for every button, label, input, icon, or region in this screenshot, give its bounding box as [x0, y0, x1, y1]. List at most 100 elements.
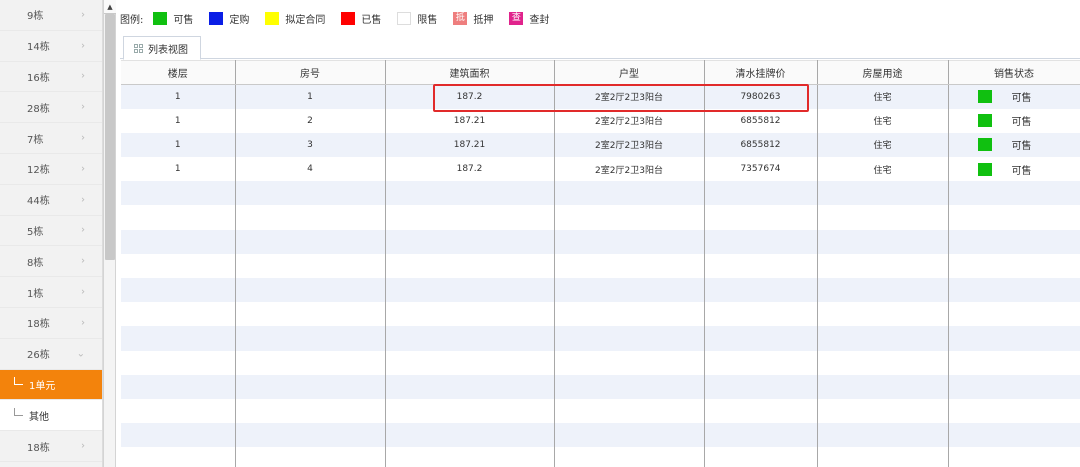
- status-swatch: [977, 90, 992, 104]
- cell-price: 6855812: [704, 108, 818, 133]
- column-header[interactable]: 房屋用途: [817, 60, 949, 85]
- empty-cell: [948, 229, 1080, 254]
- empty-cell: [554, 253, 705, 278]
- empty-cell: [948, 205, 1080, 230]
- chevron-right-icon: ›: [81, 132, 85, 144]
- status-swatch: [977, 138, 992, 152]
- column-header[interactable]: 销售状态: [948, 60, 1080, 85]
- sidebar-item-label: 1单元: [29, 380, 56, 392]
- empty-cell: [704, 350, 818, 375]
- sidebar-item-building[interactable]: 9栋 ›: [0, 0, 102, 31]
- legend-item: 拟定合同: [265, 11, 325, 26]
- empty-cell: [554, 350, 705, 375]
- tab-list-view[interactable]: 列表视图: [123, 36, 201, 60]
- legend-swatch: 查: [509, 11, 524, 25]
- empty-cell: [948, 278, 1080, 303]
- table-row-empty: [121, 181, 1080, 206]
- empty-cell: [704, 423, 818, 448]
- scrollbar-thumb[interactable]: [105, 14, 115, 260]
- legend-label: 抵押: [473, 14, 494, 26]
- cell-area: 187.21: [385, 132, 555, 158]
- empty-cell: [121, 278, 236, 303]
- sidebar-item-building[interactable]: 18栋 ›: [0, 431, 102, 462]
- empty-cell: [817, 326, 949, 351]
- empty-cell: [385, 326, 555, 351]
- column-header[interactable]: 户型: [554, 60, 705, 85]
- empty-cell: [385, 302, 555, 327]
- sidebar-item-building[interactable]: 5栋 ›: [0, 216, 102, 247]
- sidebar-item-building[interactable]: 16栋 ›: [0, 62, 102, 93]
- cell-floor: 1: [121, 108, 236, 133]
- sidebar-item-label: 18栋: [27, 319, 50, 331]
- cell-price: 6855812: [704, 132, 818, 158]
- sidebar-item-building[interactable]: 14栋 ›: [0, 31, 102, 62]
- sidebar-item-building[interactable]: 18栋 ›: [0, 308, 102, 339]
- sidebar-item-label: 5栋: [27, 226, 44, 238]
- empty-cell: [948, 326, 1080, 351]
- empty-cell: [554, 278, 705, 303]
- sidebar-subitem-unit[interactable]: 其他: [0, 400, 102, 432]
- column-header[interactable]: 楼层: [121, 60, 236, 85]
- column-header[interactable]: 清水挂牌价: [704, 60, 818, 85]
- empty-cell: [704, 181, 818, 206]
- legend-item: 定购: [209, 11, 249, 26]
- table-row[interactable]: 1 3 187.21 2室2厅2卫3阳台 6855812 住宅 可售: [121, 132, 1080, 158]
- empty-cell: [704, 205, 818, 230]
- cell-use: 住宅: [817, 157, 949, 182]
- housing-table: 楼层 房号 建筑面积 户型 清水挂牌价 房屋用途 销售状态 1 1 187.2 2室2厅2卫3阳台…: [121, 60, 1080, 467]
- empty-cell: [385, 398, 555, 424]
- empty-cell: [121, 302, 236, 327]
- table-row-empty: [121, 205, 1080, 230]
- sidebar-item-building[interactable]: 8栋 ›: [0, 246, 102, 278]
- sidebar-item-label: 18栋: [27, 442, 50, 454]
- sidebar-scrollbar[interactable]: ▲: [103, 0, 116, 467]
- column-header[interactable]: 房号: [235, 60, 386, 85]
- empty-cell: [704, 278, 818, 303]
- table-row-empty: [121, 278, 1080, 303]
- sidebar-item-building[interactable]: 44栋 ›: [0, 185, 102, 216]
- cell-floor: 1: [121, 84, 236, 109]
- empty-cell: [948, 302, 1080, 327]
- sidebar-item-label: 12栋: [27, 165, 50, 177]
- empty-cell: [385, 374, 555, 399]
- cell-use: 住宅: [817, 84, 949, 109]
- chevron-right-icon: ›: [81, 440, 85, 452]
- sidebar-item-building[interactable]: 7栋 ›: [0, 123, 102, 154]
- sidebar-item-building[interactable]: 1栋 ›: [0, 277, 102, 308]
- table-row[interactable]: 1 2 187.21 2室2厅2卫3阳台 6855812 住宅 可售: [121, 108, 1080, 133]
- sidebar-item-building[interactable]: 26栋 ⌄: [0, 339, 102, 370]
- empty-cell: [554, 423, 705, 448]
- cell-floor: 1: [121, 132, 236, 158]
- view-tabbar: 列表视图: [120, 34, 1080, 60]
- cell-room: 1: [235, 84, 386, 109]
- empty-cell: [385, 205, 555, 230]
- empty-cell: [554, 374, 705, 399]
- cell-layout: 2室2厅2卫3阳台: [554, 108, 705, 133]
- legend-item: 限售: [397, 11, 437, 26]
- empty-cell: [948, 350, 1080, 375]
- legend-label: 查封: [529, 14, 550, 26]
- legend-swatch: [153, 11, 168, 25]
- cell-room: 3: [235, 132, 386, 158]
- scroll-up-arrow-icon[interactable]: ▲: [104, 0, 116, 14]
- cell-area: 187.2: [385, 84, 555, 109]
- sidebar-item-building[interactable]: 28栋 ›: [0, 92, 102, 124]
- sidebar-subitem-unit[interactable]: 1单元: [0, 369, 102, 401]
- empty-cell: [817, 350, 949, 375]
- sidebar-item-building[interactable]: 12栋 ›: [0, 154, 102, 185]
- status-label: 可售: [1011, 165, 1032, 177]
- column-header[interactable]: 建筑面积: [385, 60, 555, 85]
- empty-cell: [704, 447, 818, 467]
- cell-status: 可售: [948, 132, 1080, 158]
- table-row-empty: [121, 253, 1080, 278]
- empty-cell: [385, 181, 555, 206]
- empty-cell: [704, 326, 818, 351]
- table-row[interactable]: 1 1 187.2 2室2厅2卫3阳台 7980263 住宅 可售: [121, 84, 1080, 109]
- empty-cell: [554, 302, 705, 327]
- legend-label: 拟定合同: [285, 14, 326, 26]
- empty-cell: [121, 253, 236, 278]
- tab-list-view-label: 列表视图: [148, 44, 188, 56]
- table-row-empty: [121, 423, 1080, 448]
- table-row[interactable]: 1 4 187.2 2室2厅2卫3阳台 7357674 住宅 可售: [121, 157, 1080, 182]
- empty-cell: [385, 278, 555, 303]
